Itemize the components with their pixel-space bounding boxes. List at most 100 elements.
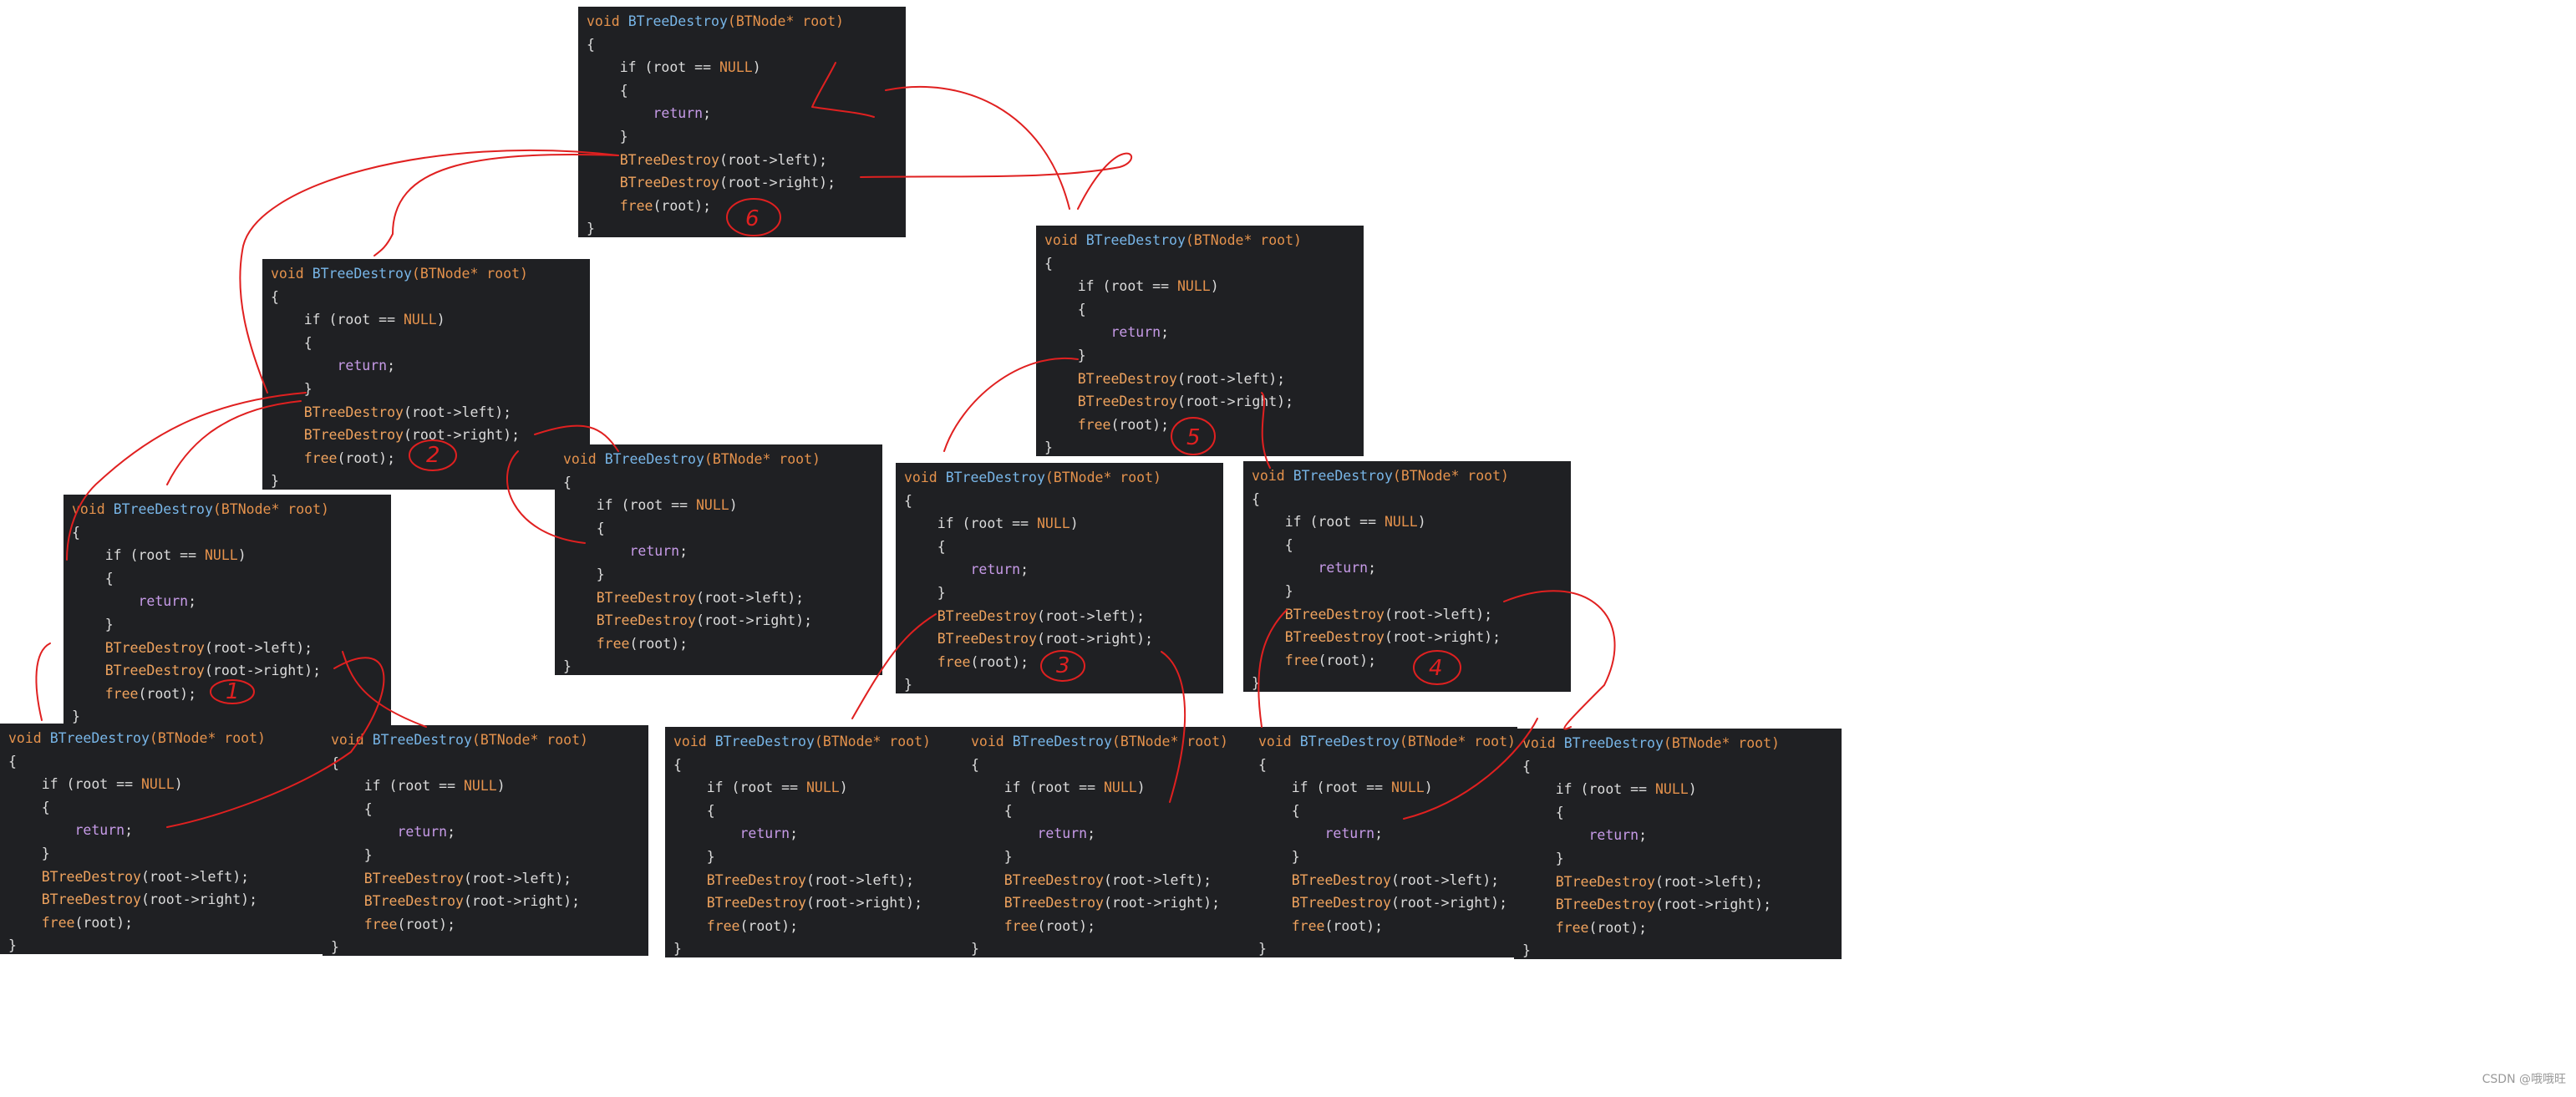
if-line: if (root == NULL) bbox=[1252, 510, 1562, 534]
call-args: (root->left); bbox=[695, 589, 805, 606]
function-name: BTreeDestroy bbox=[1563, 735, 1664, 751]
keyword-if: if bbox=[706, 780, 724, 796]
if-line: if (root == NULL) bbox=[331, 775, 640, 798]
function-name: BTreeDestroy bbox=[372, 732, 472, 748]
inner-close-line: } bbox=[587, 125, 897, 149]
free-name: free bbox=[619, 197, 653, 214]
inner-open-line: { bbox=[971, 800, 1243, 823]
keyword-if: if bbox=[596, 497, 613, 514]
function-name: BTreeDestroy bbox=[714, 734, 815, 749]
call-args: (root->right); bbox=[719, 175, 836, 191]
inner-open-line: { bbox=[72, 567, 383, 591]
keyword-return: return bbox=[970, 561, 1021, 578]
return-line: return; bbox=[673, 822, 984, 846]
if-condition-close: ) bbox=[174, 776, 183, 793]
call-left-line: BTreeDestroy(root->left); bbox=[563, 587, 874, 610]
keyword-void: void bbox=[587, 13, 620, 29]
call-name: BTreeDestroy bbox=[937, 607, 1037, 624]
brace: { bbox=[971, 756, 979, 773]
keyword-void: void bbox=[673, 734, 707, 749]
free-line: free(root); bbox=[1258, 915, 1509, 938]
semicolon: ; bbox=[124, 822, 134, 839]
brace: { bbox=[303, 334, 312, 351]
free-args: (root); bbox=[739, 917, 799, 934]
call-args: (root->right); bbox=[1176, 394, 1294, 410]
call-args: (root->right); bbox=[403, 427, 521, 444]
brace: } bbox=[1258, 941, 1267, 957]
call-name: BTreeDestroy bbox=[1555, 873, 1655, 890]
function-name: BTreeDestroy bbox=[627, 13, 728, 29]
code-box-null-call-4: void BTreeDestroy(BTNode* root){ if (roo… bbox=[963, 727, 1252, 957]
function-name: BTreeDestroy bbox=[49, 730, 150, 746]
brace: { bbox=[673, 756, 682, 773]
call-args: (root->right); bbox=[140, 891, 258, 908]
return-line: return; bbox=[1252, 556, 1562, 580]
if-line: if (root == NULL) bbox=[1044, 275, 1355, 298]
semicolon: ; bbox=[447, 824, 456, 841]
code-box-null-call-6: void BTreeDestroy(BTNode* root){ if (roo… bbox=[1514, 729, 1842, 959]
keyword-return: return bbox=[629, 543, 680, 560]
brace: { bbox=[1252, 490, 1260, 507]
brace: { bbox=[1044, 255, 1053, 272]
call-right-line: BTreeDestroy(root->right); bbox=[673, 891, 984, 915]
inner-open-line: { bbox=[563, 517, 874, 541]
function-name: BTreeDestroy bbox=[945, 470, 1045, 485]
function-params: (BTNode* root) bbox=[1399, 734, 1516, 749]
keyword-if: if bbox=[1284, 514, 1302, 531]
inner-close-line: } bbox=[971, 846, 1243, 869]
function-params: (BTNode* root) bbox=[1392, 468, 1509, 484]
close-brace-line: } bbox=[1252, 672, 1562, 692]
if-line: if (root == NULL) bbox=[904, 512, 1215, 536]
return-line: return; bbox=[904, 558, 1215, 582]
inner-close-line: } bbox=[904, 582, 1215, 605]
keyword-void: void bbox=[563, 451, 597, 467]
brace: { bbox=[587, 36, 595, 53]
inner-open-line: { bbox=[1258, 800, 1509, 823]
call-name: BTreeDestroy bbox=[1291, 871, 1391, 888]
call-args: (root->right); bbox=[1390, 895, 1508, 912]
keyword-void: void bbox=[331, 732, 364, 748]
free-args: (root); bbox=[1037, 917, 1096, 934]
brace: { bbox=[331, 754, 339, 771]
keyword-return: return bbox=[397, 824, 448, 841]
free-line: free(root); bbox=[587, 195, 897, 218]
if-condition-close: ) bbox=[752, 59, 761, 76]
inner-close-line: } bbox=[1252, 580, 1562, 603]
free-line: free(root); bbox=[72, 683, 383, 706]
call-right-line: BTreeDestroy(root->right); bbox=[587, 171, 897, 195]
free-name: free bbox=[706, 917, 740, 934]
brace: } bbox=[971, 941, 979, 957]
code-box-null-call-2: void BTreeDestroy(BTNode* root){ if (roo… bbox=[323, 725, 648, 956]
null-literal: NULL bbox=[719, 59, 753, 76]
if-condition-close: ) bbox=[496, 778, 506, 795]
open-brace-line: { bbox=[271, 286, 582, 309]
call-name: BTreeDestroy bbox=[1291, 895, 1391, 912]
inner-close-line: } bbox=[563, 563, 874, 587]
return-line: return; bbox=[72, 590, 383, 613]
brace: } bbox=[72, 708, 80, 725]
semicolon: ; bbox=[1639, 827, 1648, 844]
brace: { bbox=[937, 538, 946, 555]
keyword-void: void bbox=[971, 734, 1004, 749]
free-args: (root); bbox=[337, 449, 396, 466]
inner-open-line: { bbox=[1252, 534, 1562, 557]
call-name: BTreeDestroy bbox=[596, 612, 696, 629]
if-condition-close: ) bbox=[1424, 780, 1433, 796]
code-box-null-call-1: void BTreeDestroy(BTNode* root){ if (roo… bbox=[0, 724, 326, 954]
keyword-if: if bbox=[1291, 780, 1308, 796]
keyword-void: void bbox=[8, 730, 42, 746]
null-literal: NULL bbox=[1384, 514, 1418, 531]
return-line: return; bbox=[1258, 822, 1509, 846]
call-name: BTreeDestroy bbox=[706, 895, 806, 912]
null-literal: NULL bbox=[1103, 780, 1137, 796]
close-brace-line: } bbox=[72, 705, 383, 725]
if-condition-close: ) bbox=[839, 780, 848, 796]
free-line: free(root); bbox=[271, 447, 582, 470]
if-line: if (root == NULL) bbox=[8, 773, 318, 796]
keyword-return: return bbox=[653, 105, 704, 122]
brace: { bbox=[596, 520, 605, 536]
brace: } bbox=[41, 845, 50, 861]
if-condition-close: ) bbox=[436, 312, 445, 328]
return-line: return; bbox=[271, 354, 582, 378]
close-brace-line: } bbox=[587, 217, 897, 237]
